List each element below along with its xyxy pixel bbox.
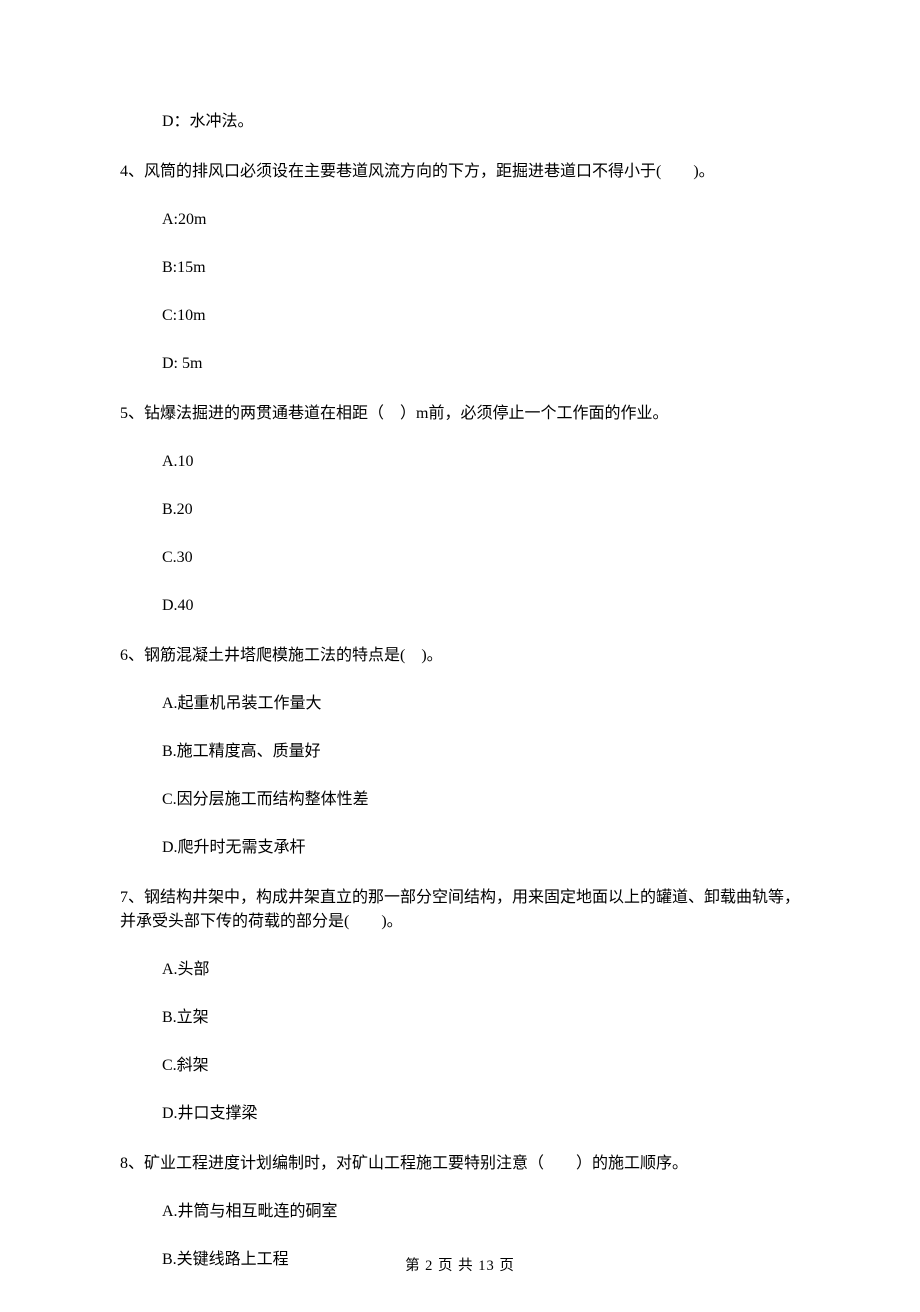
document-page: D：水冲法。 4、风筒的排风口必须设在主要巷道风流方向的下方，距掘进巷道口不得小… — [0, 0, 920, 1312]
q4-option-a: A:20m — [120, 208, 800, 232]
q5-stem: 5、钻爆法掘进的两贯通巷道在相距（ ）m前，必须停止一个工作面的作业。 — [120, 402, 800, 426]
q7-option-a: A.头部 — [120, 958, 800, 982]
q7-stem: 7、钢结构井架中，构成井架直立的那一部分空间结构，用来固定地面以上的罐道、卸载曲… — [120, 886, 800, 934]
q6-option-a: A.起重机吊装工作量大 — [120, 692, 800, 716]
q6-option-d: D.爬升时无需支承杆 — [120, 836, 800, 860]
q6-option-c: C.因分层施工而结构整体性差 — [120, 788, 800, 812]
q4-option-c: C:10m — [120, 304, 800, 328]
q5-option-b: B.20 — [120, 498, 800, 522]
page-footer: 第 2 页 共 13 页 — [0, 1256, 920, 1278]
q6-stem: 6、钢筋混凝土井塔爬模施工法的特点是( )。 — [120, 644, 800, 668]
q5-option-a: A.10 — [120, 450, 800, 474]
q5-option-c: C.30 — [120, 546, 800, 570]
q8-option-a: A.井筒与相互毗连的硐室 — [120, 1200, 800, 1224]
q7-option-b: B.立架 — [120, 1006, 800, 1030]
q4-stem: 4、风筒的排风口必须设在主要巷道风流方向的下方，距掘进巷道口不得小于( )。 — [120, 160, 800, 184]
q4-option-d: D: 5m — [120, 352, 800, 376]
q5-option-d: D.40 — [120, 594, 800, 618]
q4-option-b: B:15m — [120, 256, 800, 280]
q8-stem: 8、矿业工程进度计划编制时，对矿山工程施工要特别注意（ ）的施工顺序。 — [120, 1152, 800, 1176]
q7-option-c: C.斜架 — [120, 1054, 800, 1078]
q3-option-d: D：水冲法。 — [120, 110, 800, 134]
q6-option-b: B.施工精度高、质量好 — [120, 740, 800, 764]
q7-option-d: D.井口支撑梁 — [120, 1102, 800, 1126]
